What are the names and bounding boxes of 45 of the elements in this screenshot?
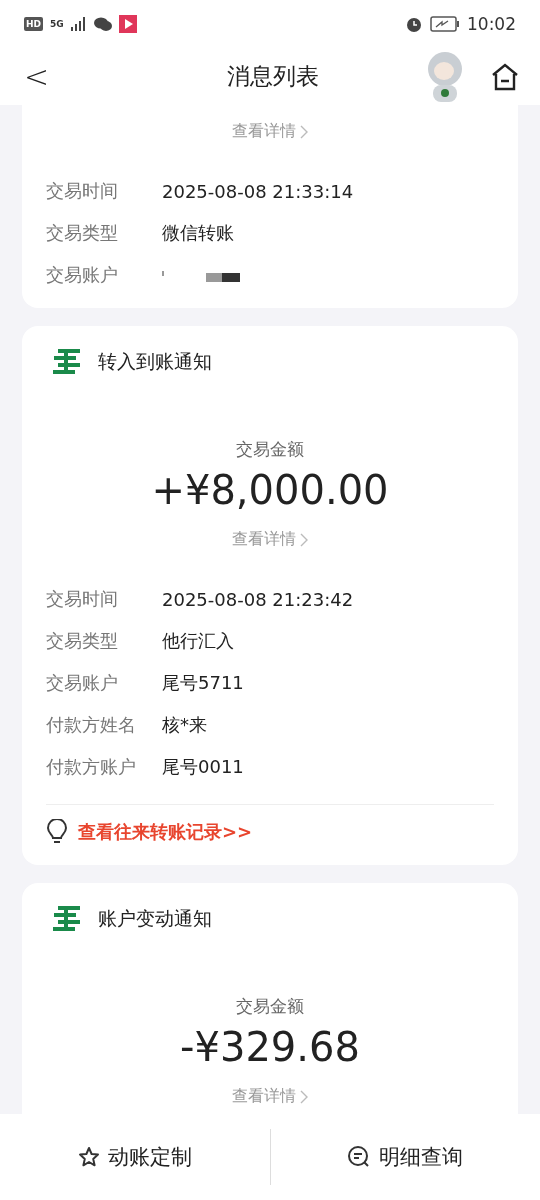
transfer-history-link[interactable]: 查看往来转账记录>> <box>78 820 253 844</box>
row-value: 2025-08-08 21:23:42 <box>162 588 354 610</box>
row-value: 尾号0011 <box>162 755 244 779</box>
row-label: 交易类型 <box>46 629 119 653</box>
details-link[interactable]: 查看详情 <box>232 121 308 142</box>
bottom-bar-button[interactable]: 明细查询 <box>269 1129 540 1185</box>
star-icon <box>77 1146 100 1168</box>
amount-value: -¥329.68 <box>180 1024 360 1070</box>
battery-icon <box>430 16 460 32</box>
home-icon[interactable] <box>490 61 520 92</box>
bottom-bar-button[interactable]: 动账定制 <box>0 1129 270 1185</box>
details-link[interactable]: 查看详情 <box>232 1086 308 1107</box>
row-label: 交易时间 <box>46 179 119 203</box>
row-label: 交易类型 <box>46 221 119 245</box>
row-label: 交易账户 <box>46 671 119 695</box>
row-value: 尾号5711 <box>162 671 244 695</box>
row-value: 核*来 <box>162 713 207 737</box>
postal-logo-icon <box>52 905 82 933</box>
row-value: 2025-08-08 21:33:14 <box>162 180 354 202</box>
row-label: 交易时间 <box>46 587 119 611</box>
signal-icon <box>70 17 87 31</box>
lightbulb-icon <box>46 819 68 845</box>
chevron-right-icon <box>300 124 308 139</box>
amount-label: 交易金额 <box>236 995 304 1018</box>
row-value: 微信转账 <box>162 221 234 245</box>
chevron-right-icon <box>300 1089 308 1104</box>
row-value: 他行汇入 <box>162 629 234 653</box>
row-label: 付款方姓名 <box>46 713 137 737</box>
card-title: 账户变动通知 <box>98 906 212 931</box>
row-label: 付款方账户 <box>46 755 137 779</box>
network-label: 5G <box>50 19 64 29</box>
amount-value: +¥8,000.00 <box>151 467 389 513</box>
alarm-icon <box>405 15 423 33</box>
page-title: 消息列表 <box>225 62 320 91</box>
details-link[interactable]: 查看详情 <box>232 529 308 550</box>
clock-time: 10:02 <box>467 14 516 34</box>
card-title: 转入到账通知 <box>98 349 212 374</box>
chat-icon <box>93 17 112 31</box>
video-app-icon <box>118 15 137 33</box>
chevron-right-icon <box>300 532 308 547</box>
postal-logo-icon <box>52 348 82 376</box>
row-label: 交易账户 <box>46 263 119 287</box>
amount-label: 交易金额 <box>236 438 304 461</box>
back-button[interactable]: < <box>20 59 54 94</box>
hd-badge: HD <box>24 17 43 31</box>
